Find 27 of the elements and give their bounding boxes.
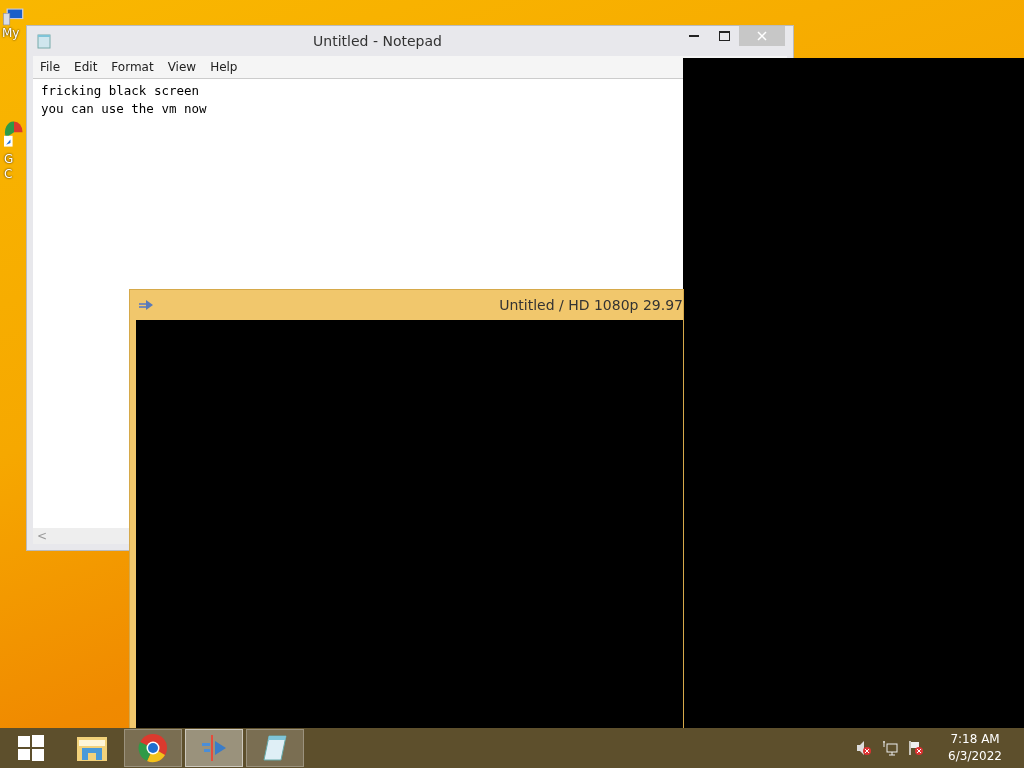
- menu-item[interactable]: Edit: [67, 60, 105, 74]
- maximize-icon: [718, 31, 730, 41]
- network-icon[interactable]: [882, 740, 899, 756]
- window-title: Untitled - Notepad: [312, 33, 443, 49]
- menu-item[interactable]: View: [160, 60, 204, 74]
- clock[interactable]: 7:18 AM 6/3/2022: [944, 731, 1006, 765]
- folder-icon: [76, 734, 108, 762]
- browser-icon: [138, 733, 168, 763]
- menu-item[interactable]: Help: [203, 60, 245, 74]
- notepad-icon: [260, 733, 290, 763]
- computer-icon[interactable]: [2, 8, 24, 26]
- clock-time: 7:18 AM: [950, 731, 1000, 748]
- window-title: Untitled / HD 1080p 29.97: [498, 297, 683, 313]
- windows-logo-icon: [17, 734, 45, 762]
- taskbar-button[interactable]: [124, 729, 182, 767]
- text-line: fricking black screen: [41, 82, 201, 100]
- notepad-icon: [36, 33, 52, 49]
- close-icon: [757, 31, 767, 41]
- clock-date: 6/3/2022: [948, 748, 1002, 765]
- minimize-icon: [689, 34, 699, 38]
- video-app-icon: [138, 299, 154, 311]
- muted-speaker-icon[interactable]: [856, 740, 873, 756]
- flag-icon[interactable]: [908, 740, 925, 756]
- text-line: you can use the vm now: [41, 100, 208, 118]
- taskbar-button[interactable]: [246, 729, 304, 767]
- menu-item[interactable]: Format: [104, 60, 161, 74]
- menu-item[interactable]: File: [33, 60, 68, 74]
